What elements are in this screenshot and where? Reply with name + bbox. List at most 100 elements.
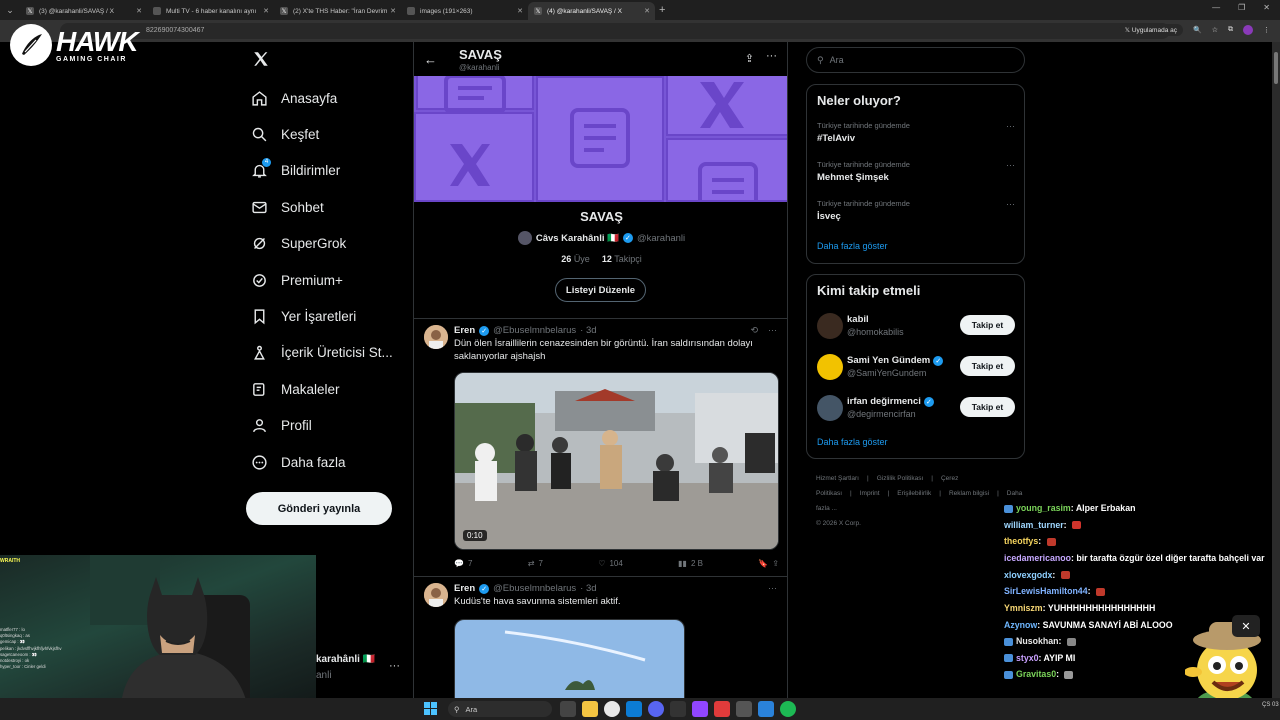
- app-blue-icon[interactable]: [758, 701, 774, 717]
- follow-button[interactable]: Takip et: [960, 356, 1015, 376]
- account-name[interactable]: karahânli 🇮🇹: [316, 654, 375, 665]
- post[interactable]: Eren ✓ @Ebuselmnbelarus · 3d ··· Kudüs't…: [414, 576, 787, 698]
- windows-start-icon[interactable]: [424, 702, 437, 715]
- repost-button[interactable]: ⇄ 7: [528, 559, 543, 568]
- tab-search-icon[interactable]: ⌄: [0, 0, 20, 20]
- footer-link[interactable]: Reklam bilgisi: [949, 490, 989, 497]
- post-author-handle[interactable]: @Ebuselmnbelarus: [493, 583, 576, 594]
- list-owner[interactable]: Câvs Karahânli 🇮🇹 ✓ @karahanli: [414, 231, 787, 245]
- trend-item[interactable]: Türkiye tarihinde gündemde #TelAviv ···: [817, 121, 1015, 144]
- post-image[interactable]: [454, 619, 685, 698]
- post[interactable]: Eren ✓ @Ebuselmnbelarus · 3d ⟲ ··· Dün ö…: [414, 318, 787, 576]
- follow-suggestion[interactable]: irfan değirmenci ✓ @degirmencirfan Takip et: [817, 393, 1015, 423]
- bookmark-button[interactable]: 🔖 ⇪: [758, 559, 779, 568]
- overlay-close-icon[interactable]: ✕: [1232, 615, 1260, 637]
- followers-count[interactable]: 12 Takipçi: [602, 254, 642, 264]
- follow-button[interactable]: Takip et: [960, 397, 1015, 417]
- extensions-icon[interactable]: ⧉: [1228, 26, 1233, 34]
- tab-close-icon[interactable]: ✕: [517, 7, 523, 15]
- post-time[interactable]: · 3d: [580, 583, 596, 594]
- owner-avatar[interactable]: [517, 231, 532, 245]
- restore-icon[interactable]: ❐: [1238, 3, 1245, 12]
- grok-icon[interactable]: ⟲: [750, 325, 758, 336]
- suggestion-name[interactable]: irfan değirmenci: [847, 396, 921, 407]
- nav-item-articles[interactable]: Makaleler: [250, 371, 393, 407]
- browser-menu-icon[interactable]: ⋮: [1263, 26, 1270, 34]
- url-field[interactable]: 822690074300467: [60, 23, 1170, 39]
- suggestion-avatar[interactable]: [817, 313, 843, 339]
- suggestion-avatar[interactable]: [817, 395, 843, 421]
- suggestion-name[interactable]: Sami Yen Gündem: [847, 355, 930, 366]
- trend-more-icon[interactable]: ···: [1006, 160, 1015, 170]
- nav-item-grok[interactable]: SuperGrok: [250, 226, 393, 262]
- like-button[interactable]: ♡ 104: [598, 559, 623, 568]
- post-video[interactable]: 0:10: [454, 372, 779, 550]
- footer-link[interactable]: Hizmet Şartları: [816, 475, 859, 482]
- post-button[interactable]: Gönderi yayınla: [246, 492, 392, 525]
- post-author-handle[interactable]: @Ebuselmnbelarus: [493, 325, 576, 336]
- browser-tab[interactable]: images (191×263) ✕: [401, 2, 528, 20]
- nav-item-mail[interactable]: Sohbet: [250, 189, 393, 225]
- search-input[interactable]: ⚲ Ara: [806, 47, 1025, 73]
- owner-name[interactable]: Câvs Karahânli 🇮🇹: [536, 233, 619, 244]
- footer-link[interactable]: Gizlilik Politikası: [877, 475, 924, 482]
- follow-suggestion[interactable]: kabil @homokabilis Takip et: [817, 311, 1015, 341]
- suggestion-avatar[interactable]: [817, 354, 843, 380]
- edge-icon[interactable]: [626, 701, 642, 717]
- twitch-icon[interactable]: [692, 701, 708, 717]
- trends-show-more[interactable]: Daha fazla göster: [817, 241, 888, 251]
- nav-item-bell[interactable]: 4 Bildirimler: [250, 153, 393, 189]
- app-red-icon[interactable]: [714, 701, 730, 717]
- post-avatar[interactable]: [424, 583, 448, 607]
- account-more-icon[interactable]: ···: [389, 660, 400, 672]
- views-button[interactable]: ▮▮ 2 B: [678, 559, 703, 568]
- zoom-icon[interactable]: 🔍: [1193, 26, 1202, 34]
- tab-close-icon[interactable]: ✕: [136, 7, 142, 15]
- new-tab-button[interactable]: +: [659, 4, 665, 16]
- minimize-icon[interactable]: —: [1212, 3, 1220, 12]
- browser-tab[interactable]: 𝕏 (2) X'te THS Haber: "İran Devrim ✕: [274, 2, 401, 20]
- chrome-icon[interactable]: [604, 701, 620, 717]
- browser-tab[interactable]: 𝕏 (3) @karahanli/SAVAŞ / X ✕: [20, 2, 147, 20]
- nav-item-search[interactable]: Keşfet: [250, 116, 393, 152]
- share-icon[interactable]: ⇪: [745, 52, 754, 65]
- page-scrollbar[interactable]: [1272, 42, 1280, 698]
- post-author-name[interactable]: Eren: [454, 583, 475, 594]
- taskbar-search[interactable]: ⚲ Ara: [448, 701, 552, 717]
- post-author-name[interactable]: Eren: [454, 325, 475, 336]
- file-explorer-icon[interactable]: [582, 701, 598, 717]
- back-arrow-icon[interactable]: ←: [424, 52, 437, 67]
- task-view-icon[interactable]: [560, 701, 576, 717]
- who-show-more[interactable]: Daha fazla göster: [817, 437, 888, 447]
- footer-link[interactable]: © 2026 X Corp.: [816, 516, 1018, 531]
- post-avatar[interactable]: [424, 325, 448, 349]
- tab-close-icon[interactable]: ✕: [263, 7, 269, 15]
- app-grey-icon[interactable]: [736, 701, 752, 717]
- nav-item-more-circle[interactable]: Daha fazla: [250, 444, 393, 480]
- trend-item[interactable]: Türkiye tarihinde gündemde Mehmet Şimşek ·…: [817, 160, 1015, 183]
- post-more-icon[interactable]: ···: [768, 583, 777, 593]
- more-icon[interactable]: ···: [766, 50, 777, 62]
- bookmark-star-icon[interactable]: ☆: [1212, 26, 1218, 34]
- spotify-icon[interactable]: [780, 701, 796, 717]
- reply-button[interactable]: 💬 7: [454, 559, 472, 568]
- browser-tab[interactable]: 𝕏 (4) @karahanli/SAVAŞ / X ✕: [528, 2, 655, 20]
- tab-close-icon[interactable]: ✕: [644, 7, 650, 15]
- steam-icon[interactable]: [670, 701, 686, 717]
- trend-more-icon[interactable]: ···: [1006, 121, 1015, 131]
- members-count[interactable]: 26 Üye: [561, 254, 590, 264]
- tab-close-icon[interactable]: ✕: [390, 7, 396, 15]
- suggestion-name[interactable]: kabil: [847, 314, 869, 325]
- open-in-app-button[interactable]: 𝕏 Uygulamada aç: [1118, 24, 1183, 36]
- footer-link[interactable]: Erişilebilirlik: [897, 490, 931, 497]
- follow-suggestion[interactable]: Sami Yen Gündem ✓ @SamiYenGundem Takip et: [817, 352, 1015, 382]
- edit-list-button[interactable]: Listeyi Düzenle: [555, 278, 646, 302]
- follow-button[interactable]: Takip et: [960, 315, 1015, 335]
- nav-item-profile[interactable]: Profil: [250, 408, 393, 444]
- share-post-icon[interactable]: ⇪: [772, 559, 779, 568]
- trend-more-icon[interactable]: ···: [1006, 199, 1015, 209]
- nav-item-home[interactable]: Anasayfa: [250, 80, 393, 116]
- discord-icon[interactable]: [648, 701, 664, 717]
- nav-item-creator-studio[interactable]: İçerik Üreticisi St...: [250, 335, 393, 371]
- footer-link[interactable]: Imprint: [860, 490, 880, 497]
